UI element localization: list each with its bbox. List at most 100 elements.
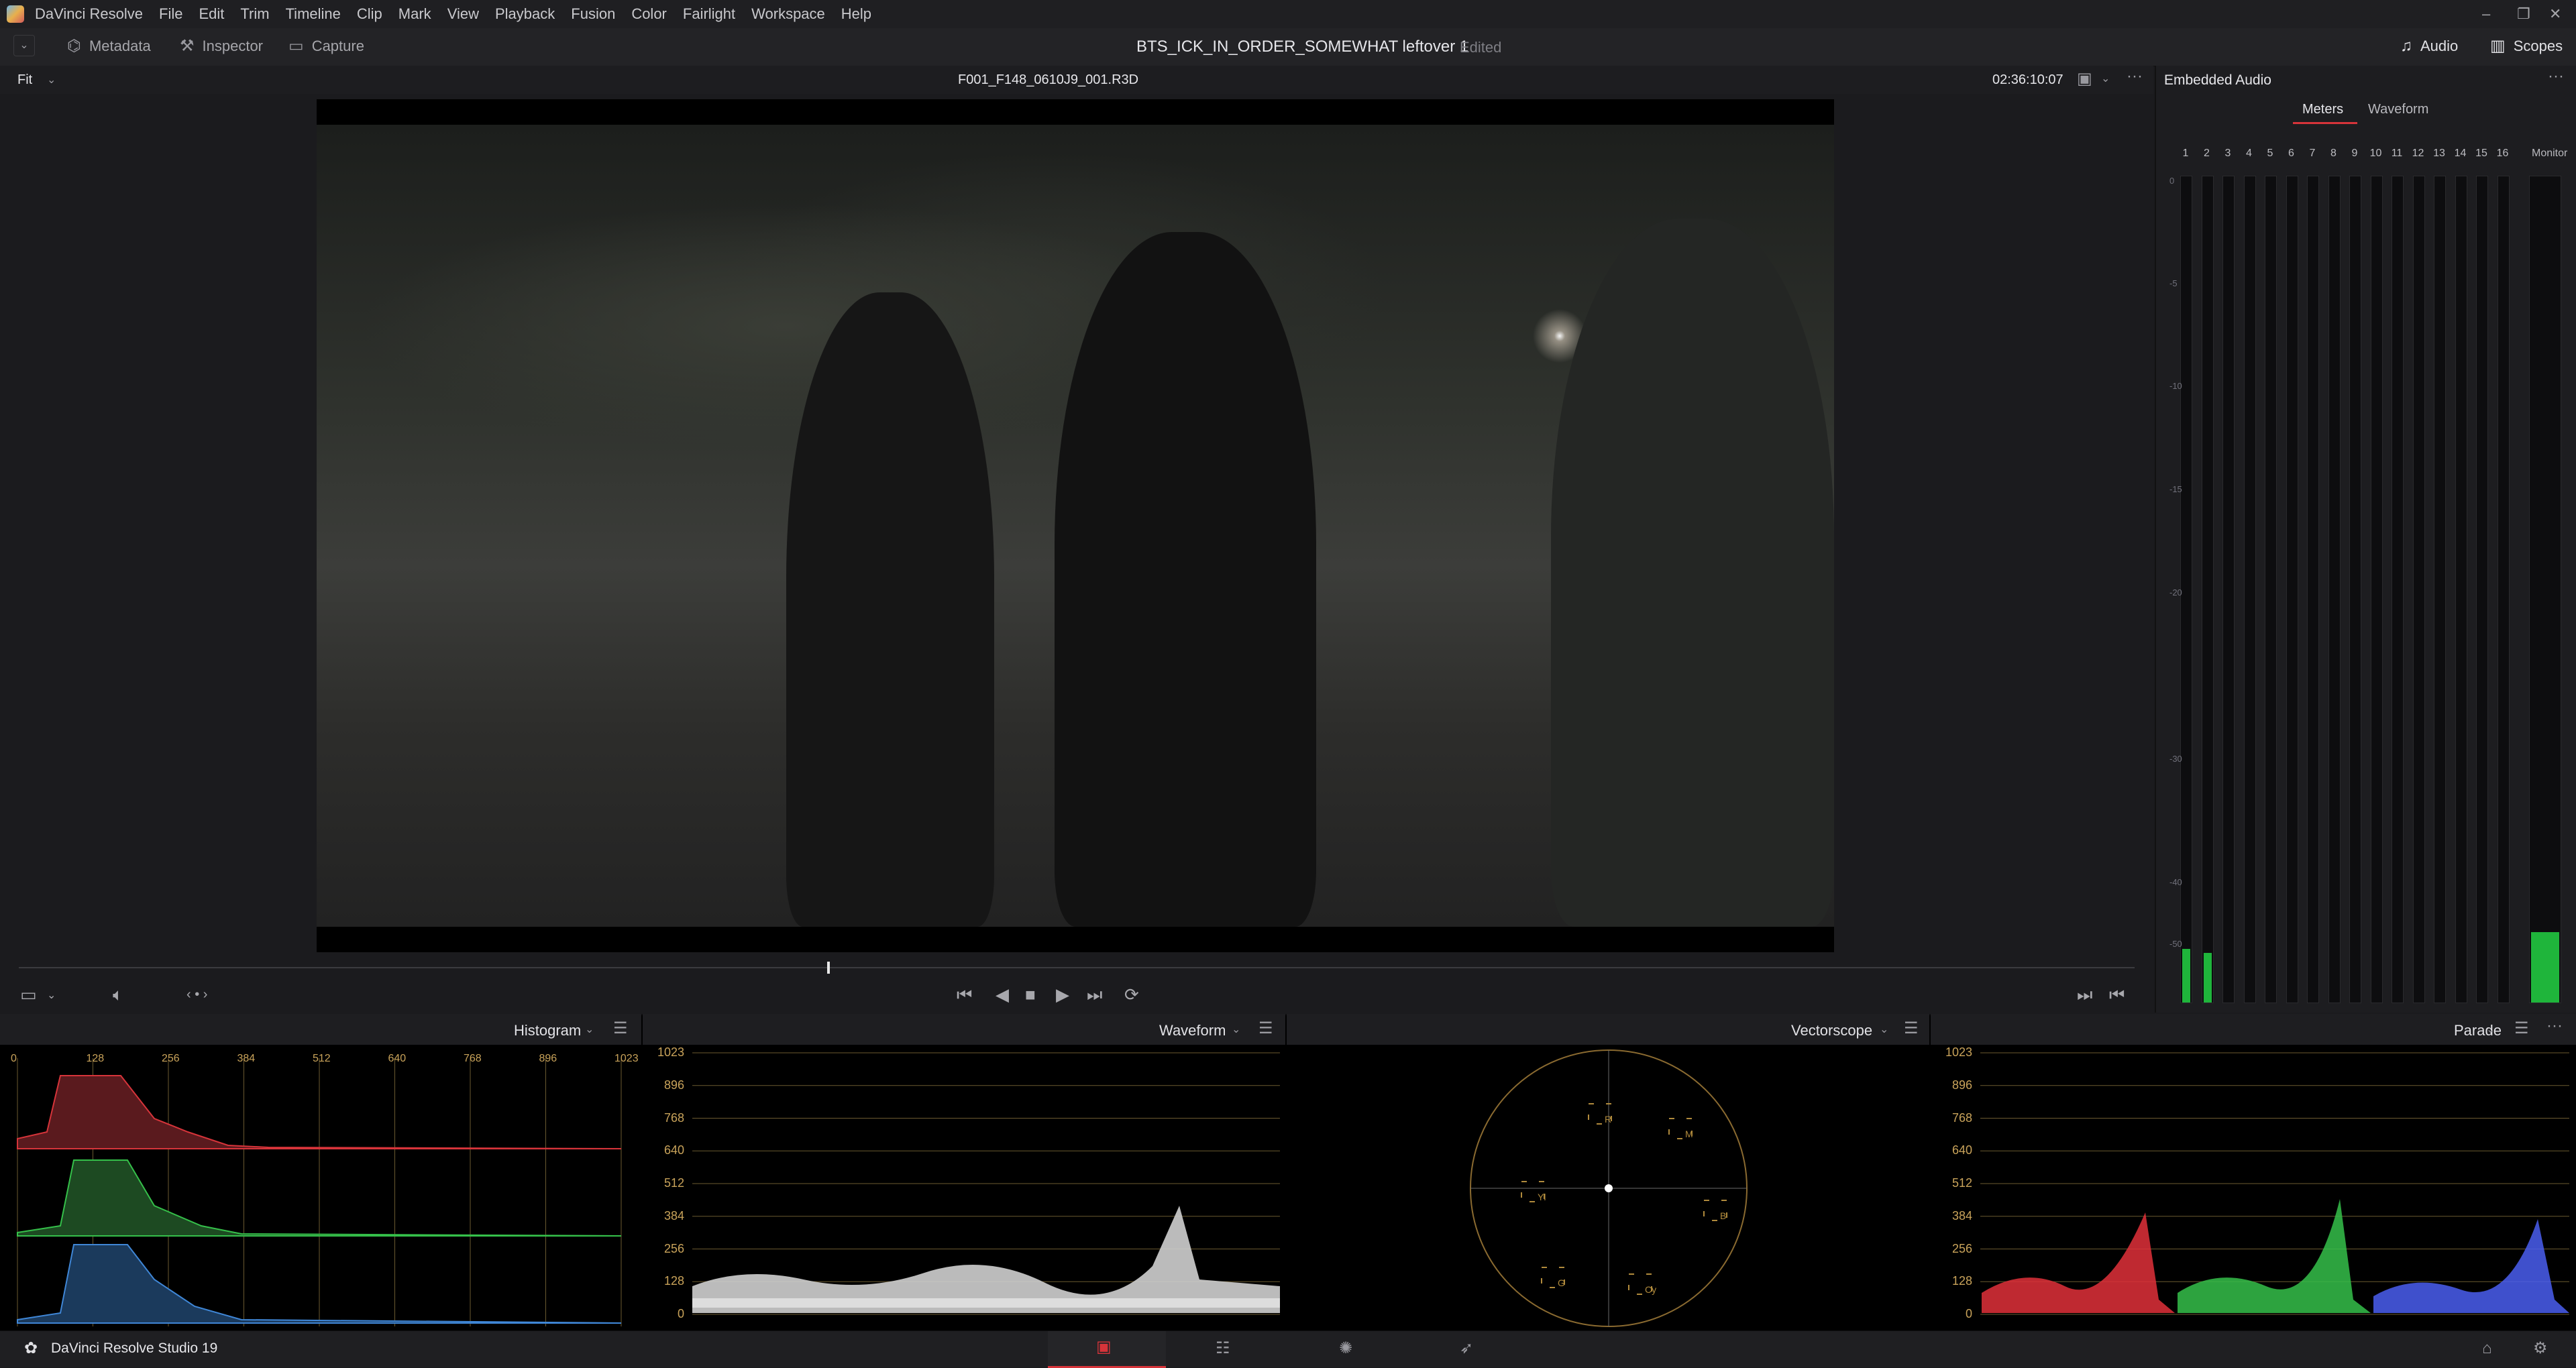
chevron-down-icon[interactable]: ⌄: [47, 72, 56, 89]
inspector-button[interactable]: ⚒ Inspector: [180, 38, 263, 55]
db-scale-label: -10: [2169, 381, 2182, 391]
histogram-label[interactable]: Histogram: [514, 1022, 581, 1039]
speaker-icon[interactable]: 🔈︎: [113, 984, 123, 1006]
scope-settings-icon[interactable]: ☰: [1258, 1021, 1273, 1037]
menu-clip[interactable]: Clip: [349, 4, 390, 24]
scope-settings-icon[interactable]: ☰: [2514, 1021, 2529, 1037]
loop-icon[interactable]: ⟳: [1124, 984, 1139, 1005]
more-options-icon[interactable]: ···: [2546, 1018, 2563, 1034]
channel-number: 4: [2246, 148, 2252, 159]
deliver-page-icon[interactable]: ➶: [1460, 1341, 1473, 1357]
next-clip-icon[interactable]: ⏭︎: [2077, 984, 2092, 1006]
scope-y-tick: 768: [663, 1110, 684, 1125]
tab-waveform[interactable]: Waveform: [2368, 102, 2428, 117]
parade-header: Parade ⌄ ☰ ···: [1931, 1014, 2576, 1045]
menu-view[interactable]: View: [439, 4, 487, 24]
db-scale-label: -15: [2169, 484, 2182, 494]
menu-edit[interactable]: Edit: [191, 4, 232, 24]
channel-number: 5: [2267, 148, 2273, 159]
jog-control-icon[interactable]: ‹ • ›: [186, 987, 207, 1003]
menu-help[interactable]: Help: [833, 4, 879, 24]
zoom-dropdown[interactable]: Fit: [17, 72, 32, 88]
viewer-layout-icon[interactable]: ▭: [20, 984, 37, 1005]
scope-y-tick: 384: [1951, 1208, 1972, 1222]
skip-to-start-icon[interactable]: ⏮︎: [957, 984, 972, 1006]
chevron-down-icon[interactable]: ⌄: [47, 988, 56, 1002]
inspector-label: Inspector: [202, 38, 264, 54]
cut-page-icon[interactable]: ☷: [1216, 1341, 1230, 1357]
menu-color[interactable]: Color: [623, 4, 675, 24]
chevron-down-icon: ⌄: [19, 40, 29, 51]
project-title: BTS_ICK_IN_ORDER_SOMEWHAT leftover 1: [1136, 38, 1469, 56]
scope-y-tick: 128: [1951, 1274, 1972, 1288]
menu-playback[interactable]: Playback: [487, 4, 563, 24]
vectorscope-label[interactable]: Vectorscope: [1791, 1022, 1872, 1039]
audio-panel: Embedded Audio ··· Meters Waveform Monit…: [2155, 66, 2576, 1013]
home-icon[interactable]: ⌂: [2482, 1341, 2492, 1357]
menu-fairlight[interactable]: Fairlight: [675, 4, 743, 24]
scrub-bar[interactable]: [19, 967, 2135, 968]
meter-level: [2182, 948, 2190, 1003]
more-options-icon[interactable]: ···: [2548, 68, 2564, 84]
inspector-wand-icon: ⚒: [180, 37, 195, 55]
video-image: [317, 125, 1834, 927]
toolbar: ⌄ ⌬ Metadata ⚒ Inspector ▭ Capture BTS_I…: [0, 28, 2576, 66]
panel-toggle-button[interactable]: ⌄: [13, 35, 35, 56]
more-options-icon[interactable]: ···: [2127, 68, 2143, 84]
resolve-logo-icon: ✿: [24, 1339, 38, 1357]
skip-to-end-icon[interactable]: ⏭︎: [1087, 984, 1102, 1006]
channel-meter: [2265, 176, 2277, 1003]
menu-timeline[interactable]: Timeline: [278, 4, 349, 24]
menu-file[interactable]: File: [151, 4, 191, 24]
metadata-tag-icon: ⌬: [67, 37, 81, 55]
menu-app[interactable]: DaVinci Resolve: [27, 4, 151, 24]
playhead[interactable]: [826, 962, 830, 974]
chevron-down-icon[interactable]: ⌄: [1232, 1022, 1240, 1038]
minimize-button[interactable]: –: [2482, 5, 2490, 23]
play-icon[interactable]: ▶︎: [1056, 984, 1069, 1005]
channel-number: 10: [2369, 148, 2382, 159]
audio-label: Audio: [2420, 38, 2459, 54]
db-scale-label: -40: [2169, 877, 2182, 887]
capture-button[interactable]: ▭ Capture: [288, 38, 364, 55]
page-tab-media[interactable]: ▣: [1048, 1331, 1166, 1368]
tab-meters[interactable]: Meters: [2302, 102, 2343, 117]
prev-clip-icon[interactable]: ⏮︎: [2109, 984, 2125, 1006]
close-button[interactable]: ✕: [2549, 5, 2561, 23]
viewer-mode-icon[interactable]: ▣: [2077, 71, 2092, 87]
menu-fusion[interactable]: Fusion: [563, 4, 623, 24]
menu-mark[interactable]: Mark: [390, 4, 439, 24]
chevron-down-icon[interactable]: ⌄: [2101, 71, 2110, 87]
step-back-icon[interactable]: ◀︎: [996, 984, 1009, 1005]
chevron-down-icon[interactable]: ⌄: [2486, 1022, 2495, 1038]
histogram-x-tick: 384: [237, 1053, 256, 1064]
menu-workspace[interactable]: Workspace: [743, 4, 833, 24]
vectorscope-header: Vectorscope ⌄ ☰: [1287, 1014, 1929, 1045]
channel-number: 1: [2182, 148, 2189, 159]
waveform-label[interactable]: Waveform: [1159, 1022, 1226, 1039]
channel-number: 15: [2475, 148, 2487, 159]
media-page-icon: ▣: [1096, 1338, 1112, 1356]
scope-settings-icon[interactable]: ☰: [613, 1021, 628, 1037]
person-right: [1551, 219, 1834, 927]
channel-meter: [2328, 176, 2341, 1003]
stop-icon[interactable]: ■: [1025, 984, 1036, 1005]
menu-trim[interactable]: Trim: [232, 4, 277, 24]
waveform-header: Waveform ⌄ ☰: [643, 1014, 1285, 1045]
histogram-x-tick: 256: [162, 1053, 180, 1064]
scope-y-tick: 1023: [657, 1045, 684, 1059]
restore-button[interactable]: ❐: [2517, 5, 2530, 23]
scope-settings-icon[interactable]: ☰: [1904, 1021, 1919, 1037]
color-page-icon[interactable]: ✺: [1339, 1341, 1352, 1357]
histogram-x-tick: 640: [388, 1053, 407, 1064]
chevron-down-icon[interactable]: ⌄: [585, 1022, 594, 1038]
scope-y-tick: 896: [663, 1078, 684, 1092]
metadata-button[interactable]: ⌬ Metadata: [67, 38, 151, 55]
chevron-down-icon[interactable]: ⌄: [1880, 1022, 1888, 1038]
scopes-panel-button[interactable]: ▥ Scopes: [2490, 38, 2563, 55]
channel-number: 11: [2391, 148, 2403, 159]
gear-icon[interactable]: ⚙: [2533, 1341, 2548, 1357]
scopes-label: Scopes: [2513, 38, 2563, 54]
db-scale-label: -20: [2169, 587, 2182, 597]
audio-panel-button[interactable]: ♫ Audio: [2400, 38, 2458, 55]
